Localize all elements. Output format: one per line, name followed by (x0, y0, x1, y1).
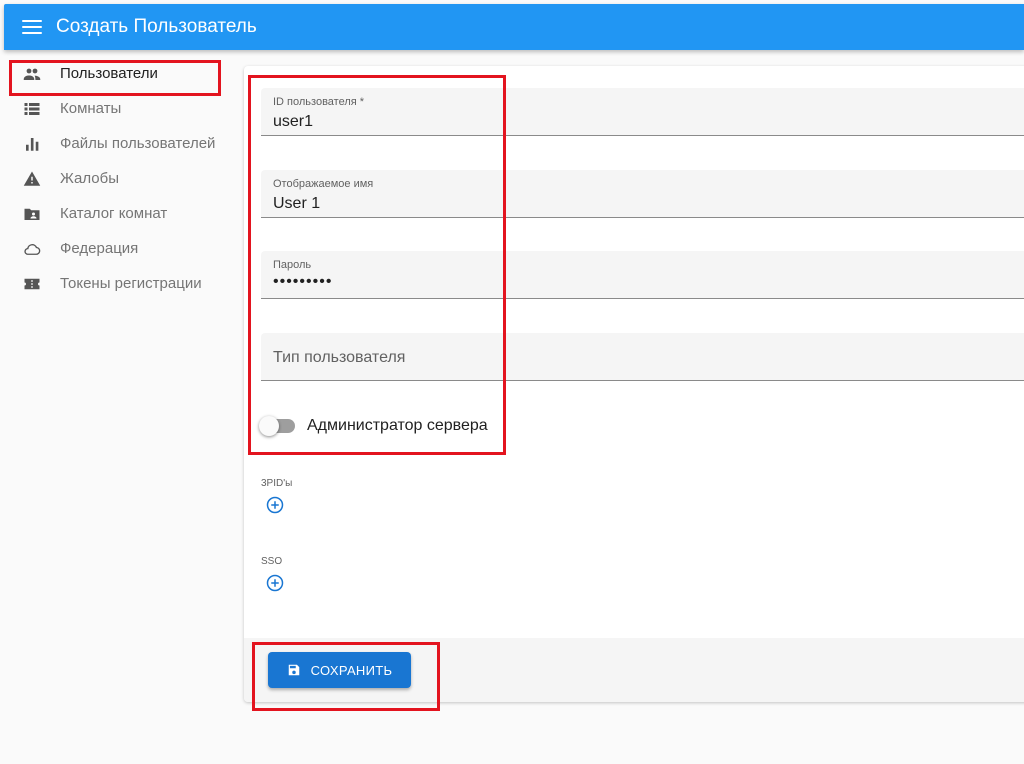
add-threepid-button[interactable] (266, 496, 284, 514)
save-button-label: СОХРАНИТЬ (310, 662, 393, 678)
sidebar-item-users[interactable]: Пользователи (4, 56, 240, 91)
threepids-label: 3PID'ы (261, 478, 293, 489)
add-circle-icon (266, 574, 284, 592)
create-user-form: ID пользователя * user1 Отображаемое имя… (244, 66, 1024, 702)
user-type-placeholder: Тип пользователя (273, 349, 406, 366)
field-label: Пароль (273, 259, 312, 271)
password-input[interactable]: ••••••••• (273, 273, 332, 291)
sidebar-item-label: Федерация (60, 240, 139, 257)
sidebar-item-label: Пользователи (60, 65, 158, 82)
warning-icon (22, 169, 42, 189)
user-type-select[interactable]: Тип пользователя (261, 333, 1024, 381)
save-icon (288, 664, 299, 676)
field-label: ID пользователя * (273, 96, 365, 108)
menu-icon[interactable] (22, 20, 42, 34)
add-sso-button[interactable] (266, 574, 284, 592)
bar-chart-icon (22, 134, 42, 154)
sidebar-item-label: Каталог комнат (60, 205, 168, 222)
sidebar-item-room-directory[interactable]: Каталог комнат (4, 196, 240, 231)
form-toolbar: СОХРАНИТЬ (244, 638, 1024, 702)
add-circle-icon (266, 496, 284, 514)
sidebar-item-label: Файлы пользователей (60, 135, 216, 152)
sso-label: SSO (261, 556, 283, 567)
cloud-icon (22, 239, 42, 259)
people-icon (22, 64, 42, 84)
list-icon (22, 99, 42, 119)
user-id-input[interactable]: user1 (273, 113, 313, 131)
folder-shared-icon (22, 204, 42, 224)
save-button[interactable]: СОХРАНИТЬ (268, 652, 411, 688)
server-admin-switch[interactable]: Администратор сервера (259, 416, 488, 436)
switch-thumb[interactable] (259, 416, 279, 436)
app-bar: Создать Пользователь (4, 4, 1024, 50)
sidebar-item-label: Жалобы (60, 170, 119, 187)
switch-label: Администратор сервера (307, 417, 488, 434)
display-name-field[interactable]: Отображаемое имя User 1 (261, 170, 1024, 218)
sidebar-item-registration-tokens[interactable]: Токены регистрации (4, 266, 240, 301)
password-field[interactable]: Пароль ••••••••• (261, 251, 1024, 299)
display-name-input[interactable]: User 1 (273, 195, 320, 213)
switch-track[interactable] (259, 416, 295, 436)
sidebar-item-rooms[interactable]: Комнаты (4, 91, 240, 126)
sidebar-item-user-media[interactable]: Файлы пользователей (4, 126, 240, 161)
sidebar-item-federation[interactable]: Федерация (4, 231, 240, 266)
field-label: Отображаемое имя (273, 178, 374, 190)
sidebar-item-reports[interactable]: Жалобы (4, 161, 240, 196)
sidebar-item-label: Комнаты (60, 100, 122, 117)
sidebar: Пользователи Комнаты Файлы пользователей… (4, 56, 240, 301)
page-title: Создать Пользователь (56, 16, 257, 37)
sidebar-item-label: Токены регистрации (60, 275, 202, 292)
ticket-icon (22, 274, 42, 294)
user-id-field[interactable]: ID пользователя * user1 (261, 88, 1024, 136)
